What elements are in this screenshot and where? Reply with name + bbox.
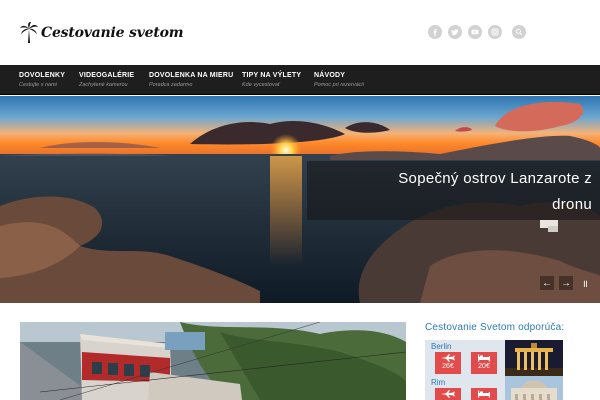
slider-next-button[interactable]: → — [559, 276, 573, 290]
twitter-icon[interactable] — [448, 25, 462, 39]
bed-icon — [478, 354, 490, 362]
hotel-price-badge[interactable]: 20€ — [471, 352, 497, 374]
youtube-icon[interactable] — [468, 25, 482, 39]
facebook-icon[interactable] — [428, 25, 442, 39]
featured-article-image[interactable] — [20, 322, 406, 400]
instagram-icon[interactable] — [488, 25, 502, 39]
sidebar-title: Cestovanie Svetom odporúča: — [425, 322, 565, 333]
rome-building-image — [505, 376, 563, 400]
bed-icon — [478, 390, 490, 398]
offer-city: Berlin — [431, 342, 452, 351]
airplane-icon — [441, 390, 455, 398]
flight-price-badge[interactable]: 26€ — [435, 352, 461, 374]
site-header: Cestovanie svetom — [0, 0, 600, 65]
slide-caption-line1[interactable]: Sopečný ostrov Lanzarote z — [398, 170, 592, 187]
sidebar-recommendations: Cestovanie Svetom odporúča: Berlin 26€ 2… — [425, 322, 585, 400]
offer-photo-rim — [505, 376, 563, 400]
nav-item-subtitle: Zachytené kamerou — [79, 82, 128, 88]
hotel-price: 20€ — [478, 363, 490, 370]
nav-item-title: NÁVODY — [314, 72, 346, 79]
slide-caption-line2[interactable]: dronu — [552, 196, 592, 213]
flight-price: 26€ — [442, 363, 454, 370]
nav-item-title: TIPY NA VÝLETY — [242, 72, 302, 79]
nav-item-title: VIDEOGALÉRIE — [79, 72, 135, 79]
nav-item-subtitle: Poradca zadarmo — [149, 82, 193, 88]
nav-item-videogalerie[interactable]: VIDEOGALÉRIE Zachytené kamerou — [79, 72, 134, 88]
airplane-icon — [441, 354, 455, 362]
hero-slider[interactable]: Sopečný ostrov Lanzarote z dronu ← → ॥ — [0, 96, 600, 303]
nav-item-subtitle: Cestujte s nami — [19, 82, 57, 88]
nav-item-dovolenka-na-mieru[interactable]: DOVOLENKA NA MIERU Poradca zadarmo — [149, 72, 233, 88]
logo-text: Cestovanie svetom — [41, 25, 184, 41]
site-logo[interactable]: Cestovanie svetom — [20, 22, 184, 44]
slider-pause-button[interactable]: ॥ — [578, 276, 592, 290]
search-icon[interactable] — [512, 25, 526, 39]
offer-card-rim[interactable]: Rim — [425, 376, 563, 400]
hotel-price-badge[interactable] — [471, 388, 497, 400]
palm-tree-icon — [20, 22, 38, 43]
slider-prev-button[interactable]: ← — [540, 276, 554, 290]
nav-item-title: DOVOLENKY — [19, 72, 66, 79]
offer-city: Rim — [431, 378, 446, 387]
main-navigation: DOVOLENKY Cestujte s nami VIDEOGALÉRIE Z… — [0, 65, 600, 95]
offer-photo-berlin — [505, 340, 563, 376]
nav-item-dovolenky[interactable]: DOVOLENKY Cestujte s nami — [19, 72, 65, 88]
offer-card-berlin[interactable]: Berlin 26€ 20€ — [425, 340, 563, 376]
tram-photo — [20, 322, 406, 400]
brandenburg-gate-image — [505, 340, 563, 376]
social-links — [428, 25, 532, 39]
nav-item-subtitle: Kde vycestovať — [242, 82, 280, 88]
nav-item-title: DOVOLENKA NA MIERU — [149, 72, 234, 79]
nav-item-subtitle: Pomoc pri rezervácii — [314, 82, 364, 88]
nav-item-navody[interactable]: NÁVODY Pomoc pri rezervácii — [314, 72, 364, 88]
flight-price-badge[interactable] — [435, 388, 461, 400]
nav-item-tipy-na-vylety[interactable]: TIPY NA VÝLETY Kde vycestovať — [242, 72, 301, 88]
